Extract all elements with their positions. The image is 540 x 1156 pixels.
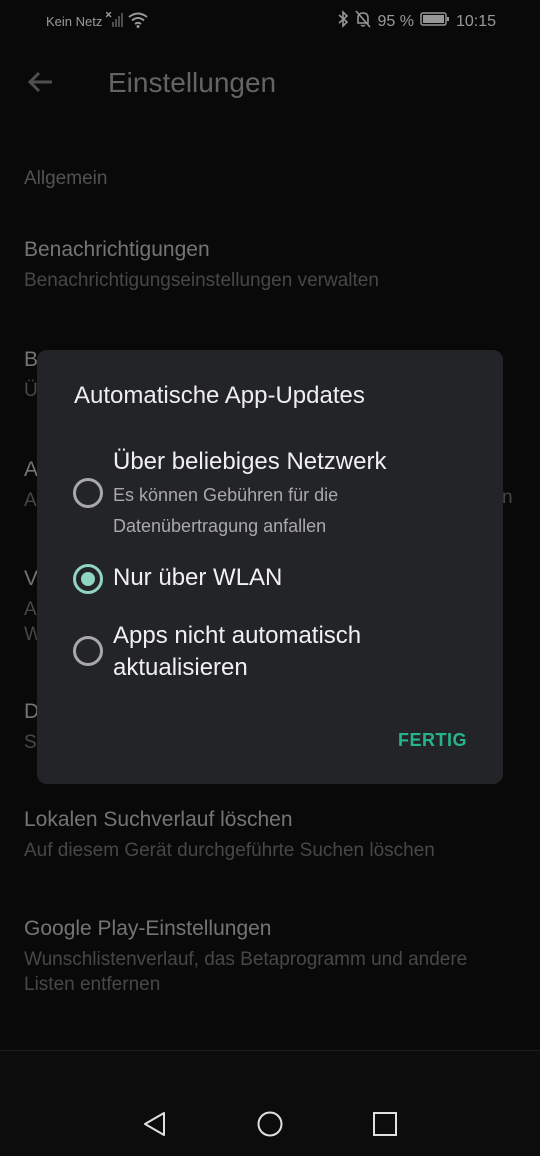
home-circle-icon[interactable] — [255, 1109, 285, 1139]
option-label: Nur über WLAN — [113, 564, 283, 591]
system-nav-bar — [0, 1050, 540, 1156]
option-description: Es können Gebühren für die Datenübertrag… — [113, 485, 339, 536]
option-label: Über beliebiges Netzwerk — [113, 448, 387, 475]
radio-button[interactable] — [73, 478, 103, 508]
option-text: Nur über WLAN — [113, 562, 473, 594]
dialog-title: Automatische App-Updates — [74, 382, 365, 409]
option-no-auto-update[interactable]: Apps nicht automatisch aktualisieren — [73, 620, 473, 686]
option-wlan-only[interactable]: Nur über WLAN — [73, 562, 473, 602]
option-text: Apps nicht automatisch aktualisieren — [113, 620, 473, 684]
done-button[interactable]: FERTIG — [398, 730, 467, 751]
radio-button[interactable] — [73, 636, 103, 666]
option-any-network[interactable]: Über beliebiges Netzwerk Es können Gebüh… — [73, 446, 473, 542]
radio-button-selected[interactable] — [73, 564, 103, 594]
auto-update-dialog: Automatische App-Updates Über beliebiges… — [37, 350, 503, 784]
option-text: Über beliebiges Netzwerk Es können Gebüh… — [113, 446, 473, 542]
recents-square-icon[interactable] — [370, 1109, 400, 1139]
back-triangle-icon[interactable] — [140, 1109, 170, 1139]
option-label: Apps nicht automatisch aktualisieren — [113, 622, 362, 681]
